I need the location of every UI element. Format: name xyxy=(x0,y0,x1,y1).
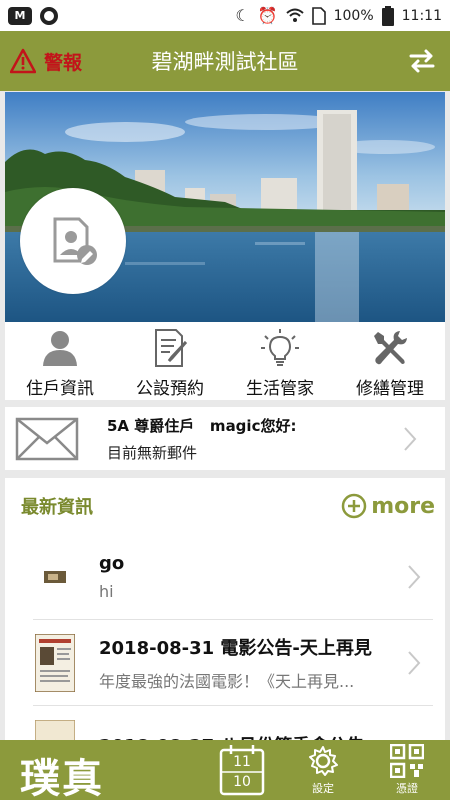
news-item[interactable]: 2018-08-31 電影公告-天上再見 年度最強的法國電影！《天上再見... xyxy=(33,620,433,706)
menu-label: 住戶資訊 xyxy=(26,379,94,399)
tools-icon xyxy=(374,331,407,365)
more-label: more xyxy=(371,493,435,519)
bottom-nav: 璞真 11 10 設定 憑證 xyxy=(0,740,450,800)
menu-repair-management[interactable]: 修繕管理 xyxy=(335,322,445,400)
alert-label: 警報 xyxy=(44,51,83,74)
news-title: go xyxy=(99,552,125,574)
news-panel: 最新資訊 more go hi 2018-08-31 電影公告-天上再見 年度最… xyxy=(5,478,445,740)
status-bar: M ☾ ⏰ 100% 11:11 xyxy=(0,0,450,31)
menu-label: 公設預約 xyxy=(136,379,204,399)
news-thumbnail xyxy=(33,549,77,605)
app-notification-icon: M xyxy=(8,6,32,25)
settings-button[interactable]: 設定 xyxy=(298,744,348,798)
clock: 11:11 xyxy=(401,7,442,24)
qr-code-icon xyxy=(390,744,424,778)
calendar-day: 10 xyxy=(233,774,251,790)
quick-menu: 住戶資訊 公設預約 生活管家 修繕管理 xyxy=(5,322,445,400)
record-notification-icon xyxy=(40,6,58,25)
news-thumbnail xyxy=(33,633,77,692)
calendar-month: 11 xyxy=(233,754,251,770)
news-thumbnail xyxy=(33,719,77,740)
plus-circle-icon xyxy=(341,493,367,519)
warning-icon xyxy=(10,48,36,74)
menu-label: 修繕管理 xyxy=(356,379,424,399)
alarm-icon: ⏰ xyxy=(257,6,278,25)
sim-icon xyxy=(311,6,326,25)
lightbulb-icon xyxy=(261,329,299,366)
envelope-icon xyxy=(15,417,79,460)
menu-facility-booking[interactable]: 公設預約 xyxy=(115,322,225,400)
mail-status: 目前無新郵件 xyxy=(107,443,198,462)
menu-life-butler[interactable]: 生活管家 xyxy=(225,322,335,400)
voucher-label: 憑證 xyxy=(396,782,418,795)
profile-edit-icon xyxy=(53,217,97,265)
menu-label: 生活管家 xyxy=(246,379,314,399)
settings-label: 設定 xyxy=(312,782,334,795)
swap-icon[interactable] xyxy=(408,47,436,75)
chevron-right-icon xyxy=(408,564,421,589)
mail-card[interactable]: 5A 尊爵住戶 magic您好: 目前無新郵件 xyxy=(5,407,445,470)
document-edit-icon xyxy=(155,329,188,367)
news-subtitle: hi xyxy=(99,581,114,601)
news-item[interactable]: 2018-08-27 八月份管委會公告 xyxy=(33,706,433,740)
wifi-icon xyxy=(285,8,304,22)
person-icon xyxy=(43,331,77,366)
battery-percent: 100% xyxy=(333,7,374,24)
news-title: 2018-08-27 八月份管委會公告 xyxy=(99,732,433,741)
menu-resident-info[interactable]: 住戶資訊 xyxy=(5,322,115,400)
news-title: 2018-08-31 電影公告-天上再見 xyxy=(99,637,372,659)
chevron-right-icon xyxy=(408,650,421,675)
battery-icon xyxy=(381,5,394,26)
calendar-button[interactable]: 11 10 xyxy=(219,744,265,796)
voucher-button[interactable]: 憑證 xyxy=(382,744,432,798)
gear-icon xyxy=(309,746,338,776)
news-item[interactable]: go hi xyxy=(33,534,433,620)
alert-button[interactable]: 警報 xyxy=(10,48,82,75)
news-subtitle: 年度最強的法國電影！《天上再見... xyxy=(99,671,355,691)
avatar-button[interactable] xyxy=(20,188,126,294)
mail-greeting: 5A 尊爵住戶 magic您好: xyxy=(107,416,297,435)
more-button[interactable]: more xyxy=(341,493,435,519)
app-header: 警報 碧湖畔測試社區 xyxy=(0,31,450,91)
news-section-title: 最新資訊 xyxy=(21,497,93,518)
moon-icon: ☾ xyxy=(235,6,250,25)
chevron-right-icon xyxy=(404,426,417,451)
brand-logo: 璞真 xyxy=(20,755,104,800)
